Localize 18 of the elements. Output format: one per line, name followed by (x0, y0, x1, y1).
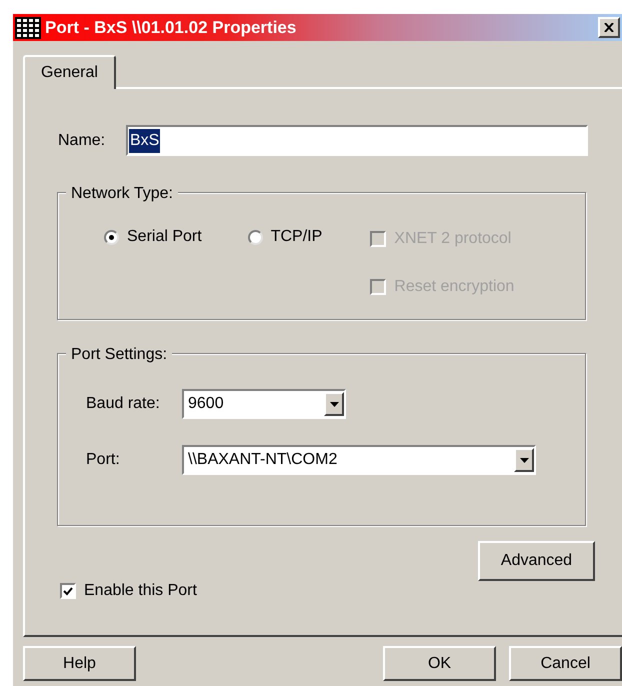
baud-rate-label: Baud rate: (86, 394, 161, 414)
checkbox-label: Enable this Port (84, 581, 197, 601)
radio-label: TCP/IP (270, 227, 322, 247)
window-title: Port - BxS \\01.01.02 Properties (45, 16, 298, 39)
port-dropdown[interactable]: \\BAXANT-NT\COM2 (182, 445, 536, 475)
advanced-button[interactable]: Advanced (478, 541, 595, 581)
name-field[interactable]: BxS (126, 125, 588, 156)
radio-label: Serial Port (127, 227, 202, 247)
name-label: Name: (58, 130, 106, 150)
dialog-button[interactable]: Help (23, 646, 136, 681)
dialog-button[interactable]: Cancel (509, 646, 622, 681)
tab[interactable]: General (23, 55, 116, 89)
dialog-button[interactable]: OK (383, 646, 496, 681)
combo-value: 9600 (187, 394, 225, 414)
port-label: Port: (86, 450, 121, 470)
selected-text: BxS (129, 128, 160, 152)
baud-rate-dropdown[interactable]: 9600 (182, 389, 346, 419)
combo-value: \\BAXANT-NT\COM2 (187, 450, 338, 470)
